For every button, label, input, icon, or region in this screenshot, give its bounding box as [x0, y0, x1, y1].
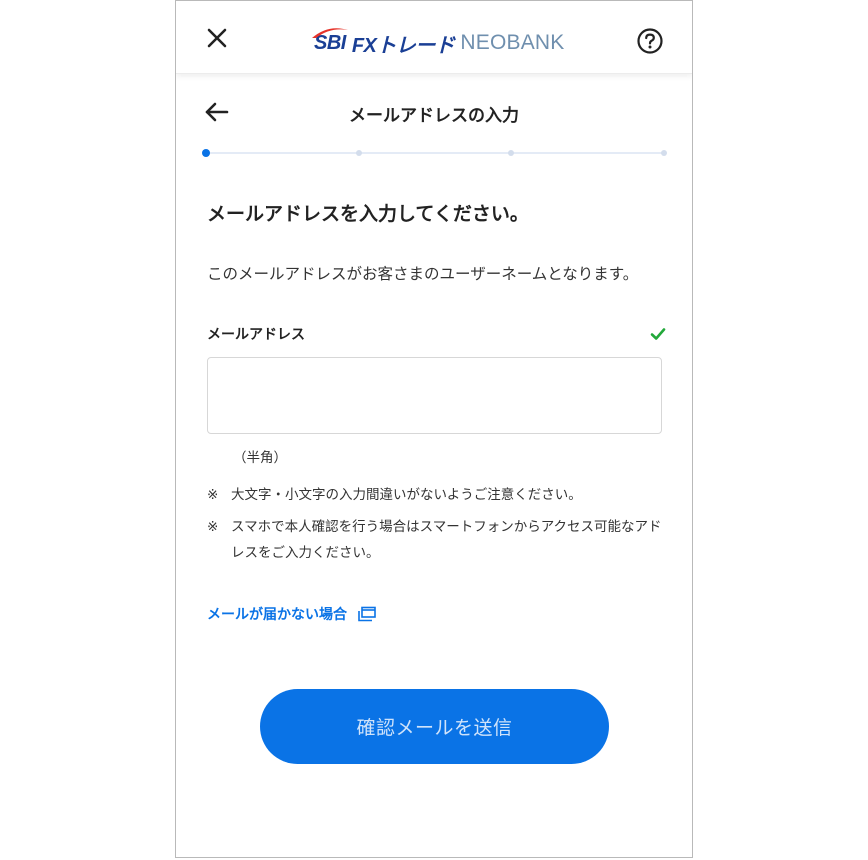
send-confirmation-email-button[interactable]: 確認メールを送信 — [260, 689, 609, 764]
note-mark: ※ — [207, 519, 219, 535]
email-not-received-link-text[interactable]: メールが届かない場合 — [207, 604, 347, 624]
progress-stepper — [202, 149, 667, 157]
app-screen: SBI FXトレード NEOBANK メールアドレスの入力 メールアドレスを入力… — [175, 0, 693, 858]
logo-fx: FXトレード — [351, 34, 455, 57]
email-label-row: メールアドレス — [207, 323, 666, 345]
step-dot-2 — [355, 150, 362, 156]
email-not-received-link[interactable]: メールが届かない場合 — [207, 604, 664, 624]
app-bar: SBI FXトレード NEOBANK — [176, 1, 692, 74]
form-heading: メールアドレスを入力してください。 — [207, 203, 529, 225]
email-label: メールアドレス — [207, 327, 305, 343]
stepper-line — [206, 152, 664, 154]
note-case-sensitive: ※ 大文字・小文字の入力間違いがないようご注意ください。 — [207, 482, 664, 508]
note-mark: ※ — [207, 487, 219, 503]
note-text: 大文字・小文字の入力間違いがないようご注意ください。 — [231, 487, 582, 503]
help-icon[interactable] — [636, 27, 664, 55]
brand-logo: SBI FXトレード NEOBANK — [312, 25, 565, 61]
form-content: メールアドレスを入力してください。 このメールアドレスがお客さまのユーザーネーム… — [207, 197, 666, 624]
external-window-icon — [358, 606, 376, 622]
page-title: メールアドレスの入力 — [349, 106, 519, 126]
input-hint: （半角） — [233, 450, 287, 466]
step-dot-3 — [508, 150, 515, 156]
step-dot-1 — [202, 149, 210, 157]
note-text: スマホで本人確認を行う場合はスマートフォンからアクセス可能なアドレスをご入力くだ… — [231, 519, 662, 561]
logo-sbi: SBI — [312, 27, 348, 55]
step-dot-4 — [661, 150, 667, 156]
checkmark-icon — [650, 328, 666, 340]
close-icon[interactable] — [202, 23, 232, 53]
logo-swoosh-icon — [312, 27, 348, 38]
form-description: このメールアドレスがお客さまのユーザーネームとなります。 — [207, 265, 639, 283]
email-input[interactable] — [207, 357, 662, 434]
note-smartphone: ※ スマホで本人確認を行う場合はスマートフォンからアクセス可能なアドレスをご入力… — [207, 514, 664, 566]
logo-neobank: NEOBANK — [460, 31, 565, 54]
sub-header: メールアドレスの入力 — [176, 83, 692, 139]
